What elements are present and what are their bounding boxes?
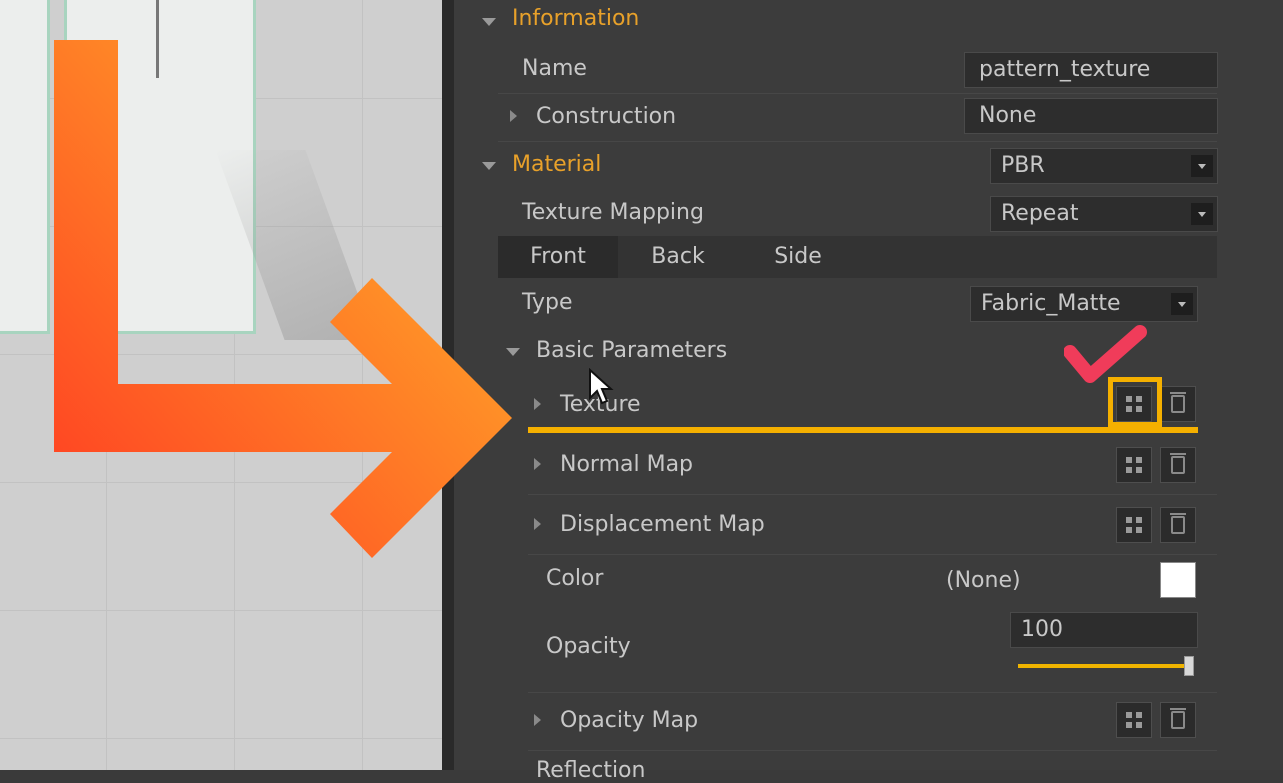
tab-back[interactable]: Back (618, 236, 738, 278)
grid-icon (1126, 457, 1142, 473)
color-value: (None) (946, 568, 1021, 593)
divider (528, 692, 1217, 693)
name-row: Name pattern_texture (454, 48, 1283, 92)
grid-icon (1126, 712, 1142, 728)
chevron-down-icon (1191, 203, 1213, 225)
material-type-select[interactable]: PBR (990, 148, 1218, 184)
caret-right-icon (534, 398, 541, 410)
trash-icon (1170, 453, 1186, 474)
normal-map-delete-button[interactable] (1160, 447, 1196, 483)
opacity-map-delete-button[interactable] (1160, 702, 1196, 738)
chevron-down-icon (1191, 155, 1213, 177)
divider (528, 554, 1217, 555)
side-tabs: Front Back Side (498, 236, 1217, 278)
material-section-header[interactable]: Material PBR (454, 144, 1283, 188)
opacity-map-browse-button[interactable] (1116, 702, 1152, 738)
texture-mapping-select[interactable]: Repeat (990, 196, 1218, 232)
chevron-down-icon (1171, 293, 1193, 315)
caret-right-icon (534, 714, 541, 726)
grid-icon (1126, 517, 1142, 533)
opacity-slider-track[interactable] (1018, 664, 1190, 668)
type-select[interactable]: Fabric_Matte (970, 286, 1198, 322)
texture-mapping-label: Texture Mapping (522, 200, 704, 225)
name-label: Name (522, 56, 587, 81)
cursor-icon (589, 368, 614, 405)
tab-side[interactable]: Side (738, 236, 858, 278)
divider (528, 494, 1217, 495)
texture-mapping-value: Repeat (1001, 201, 1079, 226)
information-title: Information (512, 6, 640, 31)
opacity-label: Opacity (546, 634, 631, 659)
texture-mapping-row: Texture Mapping Repeat (454, 192, 1283, 236)
divider (498, 141, 1217, 142)
color-row: Color (None) (454, 558, 1283, 602)
name-field[interactable]: pattern_texture (964, 52, 1218, 88)
divider (498, 93, 1217, 94)
reflection-row[interactable]: Reflection (454, 752, 1283, 783)
normal-map-browse-button[interactable] (1116, 447, 1152, 483)
normal-map-label: Normal Map (560, 452, 694, 477)
trash-icon (1170, 392, 1186, 413)
arrow-icon (54, 40, 512, 558)
opacity-map-label: Opacity Map (560, 708, 699, 733)
highlight-underline (528, 427, 1198, 433)
color-label: Color (546, 566, 604, 591)
construction-row[interactable]: Construction None (454, 96, 1283, 140)
displacement-map-row[interactable]: Displacement Map (454, 504, 1283, 548)
displacement-map-delete-button[interactable] (1160, 507, 1196, 543)
opacity-field[interactable]: 100 (1010, 612, 1198, 648)
displacement-map-browse-button[interactable] (1116, 507, 1152, 543)
caret-right-icon (534, 458, 541, 470)
material-type-value: PBR (1001, 153, 1045, 178)
reflection-label: Reflection (536, 758, 646, 783)
material-title: Material (512, 152, 602, 177)
type-value: Fabric_Matte (981, 291, 1121, 316)
normal-map-row[interactable]: Normal Map (454, 444, 1283, 488)
type-label: Type (522, 290, 573, 315)
information-section-header[interactable]: Information (454, 0, 1283, 40)
trash-icon (1170, 513, 1186, 534)
basic-parameters-header[interactable]: Basic Parameters (454, 330, 1283, 374)
construction-field[interactable]: None (964, 98, 1218, 134)
construction-label: Construction (536, 104, 677, 129)
opacity-slider-thumb[interactable] (1184, 656, 1194, 676)
check-mark-icon (1064, 325, 1147, 383)
divider (528, 750, 1217, 751)
basic-parameters-title: Basic Parameters (536, 338, 728, 363)
opacity-row: Opacity 100 (454, 606, 1283, 696)
type-row: Type Fabric_Matte (454, 282, 1283, 326)
opacity-map-row[interactable]: Opacity Map (454, 700, 1283, 744)
caret-right-icon (534, 518, 541, 530)
texture-delete-button[interactable] (1160, 386, 1196, 422)
trash-icon (1170, 708, 1186, 729)
displacement-map-label: Displacement Map (560, 512, 765, 537)
color-swatch[interactable] (1160, 562, 1196, 598)
